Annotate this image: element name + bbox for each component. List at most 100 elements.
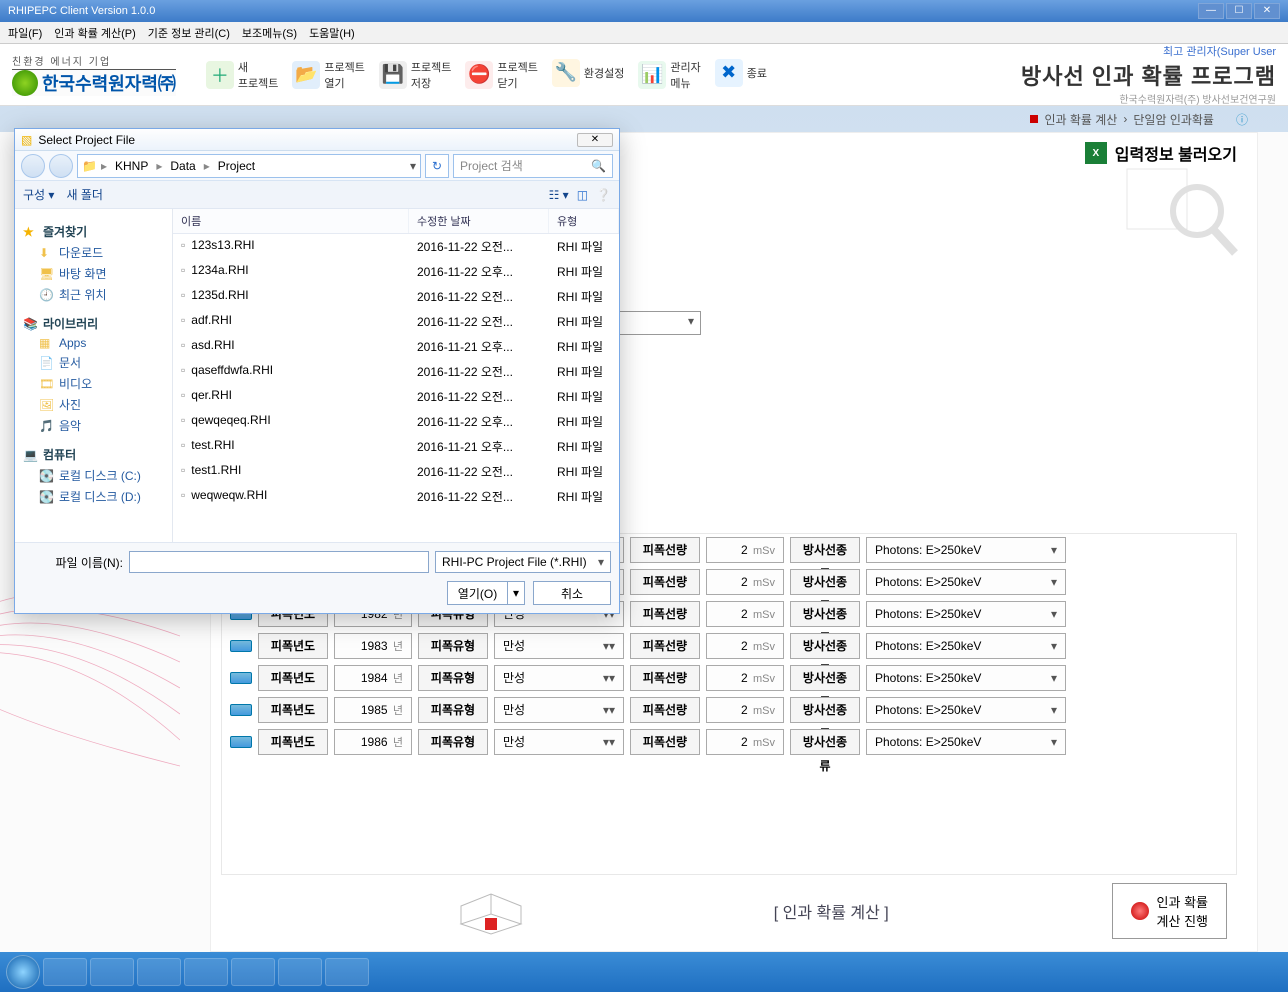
row-delete-button[interactable] — [230, 640, 252, 652]
rad-type-select[interactable]: Photons: E>250keV▾ — [866, 601, 1066, 627]
expose-year-value[interactable]: 1985 년 — [334, 697, 412, 723]
dose-value[interactable]: 2 mSv — [706, 697, 784, 723]
breadcrumb-a[interactable]: 인과 확률 계산 — [1044, 111, 1117, 128]
path-bar[interactable]: 📁 ▸KHNP ▸Data ▸Project ▾ — [77, 154, 421, 178]
expose-year-value[interactable]: 1984 년 — [334, 665, 412, 691]
file-icon: ▫ — [181, 338, 185, 352]
row-delete-button[interactable] — [230, 672, 252, 684]
expose-year-value[interactable]: 1983 년 — [334, 633, 412, 659]
app-title: 방사선 인과 확률 프로그램 — [1021, 59, 1276, 91]
task-item[interactable] — [325, 958, 369, 986]
exit-button[interactable]: ✖종료 — [715, 59, 767, 91]
expose-year-label: 피폭년도 — [258, 697, 328, 723]
dose-label: 피폭선량 — [630, 665, 700, 691]
min-button[interactable]: — — [1198, 3, 1224, 19]
breadcrumb-b[interactable]: 단일암 인과확률 — [1133, 111, 1214, 128]
rad-type-select[interactable]: Photons: E>250keV▾ — [866, 665, 1066, 691]
file-row[interactable]: ▫test.RHI2016-11-21 오후...RHI 파일 — [173, 434, 619, 459]
menu-file[interactable]: 파일(F) — [8, 25, 42, 41]
start-button[interactable] — [6, 955, 40, 989]
menu-help[interactable]: 도움말(H) — [309, 25, 355, 41]
dose-value[interactable]: 2 mSv — [706, 633, 784, 659]
download-icon: ⬇ — [39, 246, 53, 260]
nav-fwd-button[interactable] — [49, 154, 73, 178]
menu-aux[interactable]: 보조메뉴(S) — [242, 25, 297, 41]
filename-input[interactable] — [129, 551, 429, 573]
taskbar[interactable] — [0, 952, 1288, 992]
titlebar: RHIPEPC Client Version 1.0.0 — ☐ ✕ — [0, 0, 1288, 22]
grid-row: 피폭년도1986 년피폭유형만성▾피폭선량2 mSv방사선종류Photons: … — [222, 726, 1236, 758]
file-row[interactable]: ▫test1.RHI2016-11-22 오전...RHI 파일 — [173, 459, 619, 484]
help-button[interactable]: ❔ — [596, 188, 611, 202]
row-delete-button[interactable] — [230, 704, 252, 716]
search-input[interactable]: Project 검색🔍 — [453, 154, 613, 178]
new-folder-button[interactable]: 새 폴더 — [66, 186, 102, 203]
file-row[interactable]: ▫adf.RHI2016-11-22 오전...RHI 파일 — [173, 309, 619, 334]
dose-value[interactable]: 2 mSv — [706, 729, 784, 755]
dose-value[interactable]: 2 mSv — [706, 665, 784, 691]
expose-type-select[interactable]: 만성▾ — [494, 729, 624, 755]
col-name[interactable]: 이름 — [173, 209, 409, 233]
settings-icon: 🔧 — [552, 59, 580, 87]
task-item[interactable] — [90, 958, 134, 986]
close-project-button[interactable]: ⛔프로젝트닫기 — [465, 59, 537, 91]
dose-value[interactable]: 2 mSv — [706, 601, 784, 627]
open-project-button[interactable]: 📂프로젝트열기 — [292, 59, 364, 91]
expose-type-select[interactable]: 만성▾ — [494, 633, 624, 659]
rad-type-select[interactable]: Photons: E>250keV▾ — [866, 537, 1066, 563]
file-row[interactable]: ▫weqweqw.RHI2016-11-22 오전...RHI 파일 — [173, 484, 619, 509]
preview-pane-button[interactable]: ◫ — [577, 188, 588, 202]
open-button[interactable]: 열기(O) — [447, 581, 507, 605]
row-delete-button[interactable] — [230, 736, 252, 748]
open-dropdown-button[interactable]: ▾ — [507, 581, 525, 605]
file-row[interactable]: ▫123s13.RHI2016-11-22 오전...RHI 파일 — [173, 234, 619, 259]
file-row[interactable]: ▫qewqeqeq.RHI2016-11-22 오후...RHI 파일 — [173, 409, 619, 434]
calculate-button[interactable]: 인과 확률계산 진행 — [1112, 883, 1227, 939]
file-list[interactable]: 이름 수정한 날짜 유형 ▫123s13.RHI2016-11-22 오전...… — [173, 209, 619, 542]
save-project-button[interactable]: 💾프로젝트저장 — [379, 59, 451, 91]
file-icon: ▫ — [181, 263, 185, 277]
header-strip: 친환경 에너지 기업 한국수력원자력㈜ ＋새프로젝트 📂프로젝트열기 💾프로젝트… — [0, 44, 1288, 106]
view-mode-button[interactable]: ☷ ▾ — [549, 188, 569, 202]
nav-back-button[interactable] — [21, 154, 45, 178]
rad-type-select[interactable]: Photons: E>250keV▾ — [866, 569, 1066, 595]
col-date[interactable]: 수정한 날짜 — [409, 209, 549, 233]
menubar: 파일(F) 인과 확률 계산(P) 기준 정보 관리(C) 보조메뉴(S) 도움… — [0, 22, 1288, 44]
task-item[interactable] — [231, 958, 275, 986]
organize-menu[interactable]: 구성 ▾ — [23, 186, 54, 203]
admin-menu-button[interactable]: 📊관리자메뉴 — [638, 59, 700, 91]
task-item[interactable] — [278, 958, 322, 986]
refresh-button[interactable]: ↻ — [425, 154, 449, 178]
col-type[interactable]: 유형 — [549, 209, 619, 233]
expose-year-value[interactable]: 1986 년 — [334, 729, 412, 755]
dialog-close-button[interactable]: ✕ — [577, 133, 613, 147]
new-project-button[interactable]: ＋새프로젝트 — [206, 59, 278, 91]
task-item[interactable] — [43, 958, 87, 986]
rad-type-select[interactable]: Photons: E>250keV▾ — [866, 697, 1066, 723]
drive-icon: 💽 — [39, 469, 53, 483]
menu-calc[interactable]: 인과 확률 계산(P) — [54, 25, 136, 41]
dose-value[interactable]: 2 mSv — [706, 537, 784, 563]
nav-tree[interactable]: ★즐겨찾기 ⬇다운로드 🖥바탕 화면 🕘최근 위치 📚라이브러리 ▦Apps 📄… — [15, 209, 173, 542]
file-row[interactable]: ▫1235d.RHI2016-11-22 오전...RHI 파일 — [173, 284, 619, 309]
cancel-button[interactable]: 취소 — [533, 581, 611, 605]
file-row[interactable]: ▫asd.RHI2016-11-21 오후...RHI 파일 — [173, 334, 619, 359]
settings-button[interactable]: 🔧환경설정 — [552, 59, 624, 91]
rad-type-select[interactable]: Photons: E>250keV▾ — [866, 729, 1066, 755]
dose-value[interactable]: 2 mSv — [706, 569, 784, 595]
file-icon: ▫ — [181, 438, 185, 452]
expose-type-select[interactable]: 만성▾ — [494, 697, 624, 723]
max-button[interactable]: ☐ — [1226, 3, 1252, 19]
file-row[interactable]: ▫qer.RHI2016-11-22 오전...RHI 파일 — [173, 384, 619, 409]
expose-type-select[interactable]: 만성▾ — [494, 665, 624, 691]
dialog-title: Select Project File — [38, 133, 135, 147]
task-item[interactable] — [184, 958, 228, 986]
filter-select[interactable]: RHI-PC Project File (*.RHI)▾ — [435, 551, 611, 573]
file-row[interactable]: ▫1234a.RHI2016-11-22 오후...RHI 파일 — [173, 259, 619, 284]
close-button[interactable]: ✕ — [1254, 3, 1280, 19]
file-row[interactable]: ▫qaseffdwfa.RHI2016-11-22 오전...RHI 파일 — [173, 359, 619, 384]
rad-type-select[interactable]: Photons: E>250keV▾ — [866, 633, 1066, 659]
breadcrumb-info-icon[interactable]: ⓘ — [1236, 111, 1248, 128]
task-item[interactable] — [137, 958, 181, 986]
menu-base[interactable]: 기준 정보 관리(C) — [148, 25, 230, 41]
